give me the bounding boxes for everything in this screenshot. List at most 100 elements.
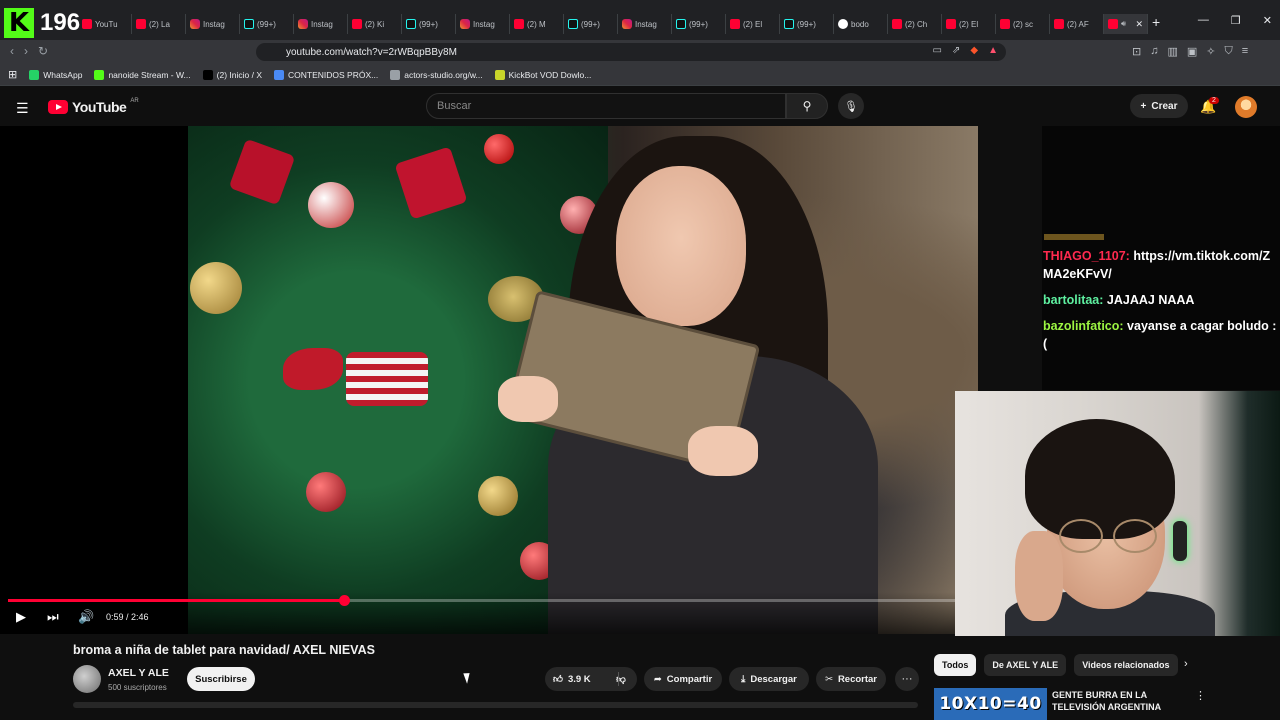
browser-tab[interactable]: (99+) [780,14,834,34]
dislike-button[interactable]: 👎︎ [606,667,636,691]
wallet-icon[interactable]: ▣ [1187,45,1197,58]
new-tab-button[interactable]: + [1152,14,1160,30]
hamburger-menu-icon[interactable]: ☰ [16,100,29,117]
browser-tab[interactable]: (2) M [510,14,564,34]
browser-tab[interactable]: (2) El [726,14,780,34]
browser-tab[interactable]: Instag [186,14,240,34]
recommended-video-title[interactable]: GENTE BURRA EN LA TELEVISIÓN ARGENTINA [1052,689,1177,713]
more-horizontal-icon: ··· [901,673,913,685]
browser-tab[interactable]: (2) La [132,14,186,34]
more-actions-button[interactable]: ··· [895,667,919,691]
menu-icon[interactable]: ≡ [1242,45,1248,58]
address-bar[interactable]: youtube.com/watch?v=2rWBqpBBy8M ▭ ⇗ ◆ ▲ [256,43,1006,61]
share-icon[interactable]: ⇗ [952,45,960,56]
subscribe-button[interactable]: Suscribirse [187,667,255,691]
channel-name[interactable]: AXEL Y ALE [108,667,169,679]
share-button[interactable]: ➦ Compartir [644,667,722,691]
next-icon[interactable]: ⏭ [47,609,59,625]
minimize-icon[interactable]: — [1198,14,1209,27]
browser-tab[interactable]: (99+) [672,14,726,34]
cast-icon[interactable]: ▭ [933,45,942,56]
active-browser-tab[interactable]: 🔊︎ ✕ [1104,14,1148,34]
voice-search-button[interactable]: 🎙 [838,93,864,119]
filter-chip[interactable]: De AXEL Y ALE [984,654,1067,676]
clip-button[interactable]: ✂ Recortar [816,667,886,691]
screen: K 196 YouTu (2) La Instag (99+) Instag (2) Ki… [0,0,1280,720]
create-button[interactable]: + Crear [1130,94,1188,118]
bookmark-favicon-icon [494,69,505,80]
sidebar-icon[interactable]: ▥ [1167,45,1177,58]
chevron-right-icon[interactable]: › [1184,658,1188,670]
mouse-cursor [463,671,473,684]
chat-username: bazolinfatico: [1043,319,1124,333]
tab-favicon-icon [82,19,92,29]
search-input[interactable]: Buscar [426,93,786,119]
vpn-icon[interactable]: ⛉ [1225,45,1233,58]
browser-tab[interactable]: (99+) [564,14,618,34]
close-tab-icon[interactable]: ✕ [1135,19,1143,30]
browser-tab[interactable]: (2) Ki [348,14,402,34]
search-button[interactable]: ⚲ [786,93,828,119]
like-count: 3.9 K [567,673,591,685]
youtube-header: ☰ YouTube AR Buscar ⚲ 🎙 + Crear 🔔 2 [0,88,1280,126]
volume-icon[interactable]: 🔊 [78,609,94,625]
bookmark-item[interactable]: CONTENIDOS PRÓX... [274,69,379,80]
browser-tab[interactable]: Instag [618,14,672,34]
user-avatar[interactable] [1235,96,1257,118]
reload-icon[interactable]: ↻ [38,44,48,58]
back-icon[interactable]: ‹ [10,44,14,58]
browser-tab[interactable]: (2) AF [1050,14,1104,34]
extension-icons: ⊡ ♫ ▥ ▣ ✧ ⛉ ≡ [1132,45,1248,58]
bookmark-item[interactable]: nanoide Stream - W... [94,69,191,80]
filter-chip[interactable]: Videos relacionados [1074,654,1178,676]
tab-label: (2) Ch [905,19,928,29]
bookmark-item[interactable]: WhatsApp [29,69,82,80]
chat-message: bazolinfatico: vayanse a cagar boludo :( [1043,317,1279,353]
bookmark-label: actors-studio.org/w... [404,69,483,80]
browser-tab[interactable]: Instag [456,14,510,34]
recommended-video-thumbnail[interactable]: 10X10=40 [934,688,1047,720]
tab-label: Instag [203,19,225,29]
forward-icon[interactable]: › [24,44,28,58]
video-player[interactable]: ▶ ⏭ 🔊 0:59 / 2:46 [0,126,978,634]
bookmark-label: CONTENIDOS PRÓX... [288,69,379,80]
browser-tab[interactable]: (99+) [240,14,294,34]
progress-bar[interactable] [8,595,955,606]
video-frame[interactable] [188,126,978,634]
chat-username: bartolitaa: [1043,293,1104,307]
browser-tab[interactable]: (2) Ch [888,14,942,34]
brave-rewards-icon[interactable]: ▲ [988,45,998,56]
like-divider [618,672,619,686]
browser-tab[interactable]: Instag [294,14,348,34]
browser-tab[interactable]: (2) sc [996,14,1050,34]
clip-label: Recortar [837,673,878,685]
play-icon[interactable]: ▶ [16,609,26,625]
browser-tab[interactable]: YouTu [78,14,132,34]
streamer-hair [1025,419,1175,539]
browser-tab[interactable]: (99+) [402,14,456,34]
channel-avatar[interactable] [73,665,101,693]
tab-favicon-icon [730,19,740,29]
audio-icon: 🔊︎ [1121,19,1127,28]
apps-grid-icon[interactable]: ⊞ [8,68,17,81]
browser-tab[interactable]: (2) El [942,14,996,34]
brave-shield-icon[interactable]: ◆ [970,45,978,56]
extensions-icon[interactable]: ✧ [1206,45,1215,58]
create-label: Crear [1151,100,1178,112]
streamer-hand [1015,531,1063,621]
close-window-icon[interactable]: ✕ [1263,14,1272,27]
bookmark-item[interactable]: actors-studio.org/w... [390,69,483,80]
music-icon[interactable]: ♫ [1150,45,1158,58]
download-button[interactable]: ⤓ Descargar [729,667,809,691]
bookmark-item[interactable]: (2) Inicio / X [202,69,262,80]
bookmarks-bar: ⊞ WhatsApp nanoide Stream - W... (2) Inici… [0,64,1280,86]
maximize-icon[interactable]: ❐ [1231,14,1241,27]
search-placeholder: Buscar [437,100,472,112]
browser-tab[interactable]: bodo [834,14,888,34]
tab-label: (99+) [257,19,276,29]
filter-chip[interactable]: Todos [934,654,977,676]
screenshot-icon[interactable]: ⊡ [1132,45,1141,58]
bookmark-item[interactable]: KickBot VOD Dowlo... [494,69,591,80]
more-vertical-icon[interactable]: ⋮ [1195,689,1206,702]
youtube-logo[interactable]: YouTube AR [48,98,139,115]
